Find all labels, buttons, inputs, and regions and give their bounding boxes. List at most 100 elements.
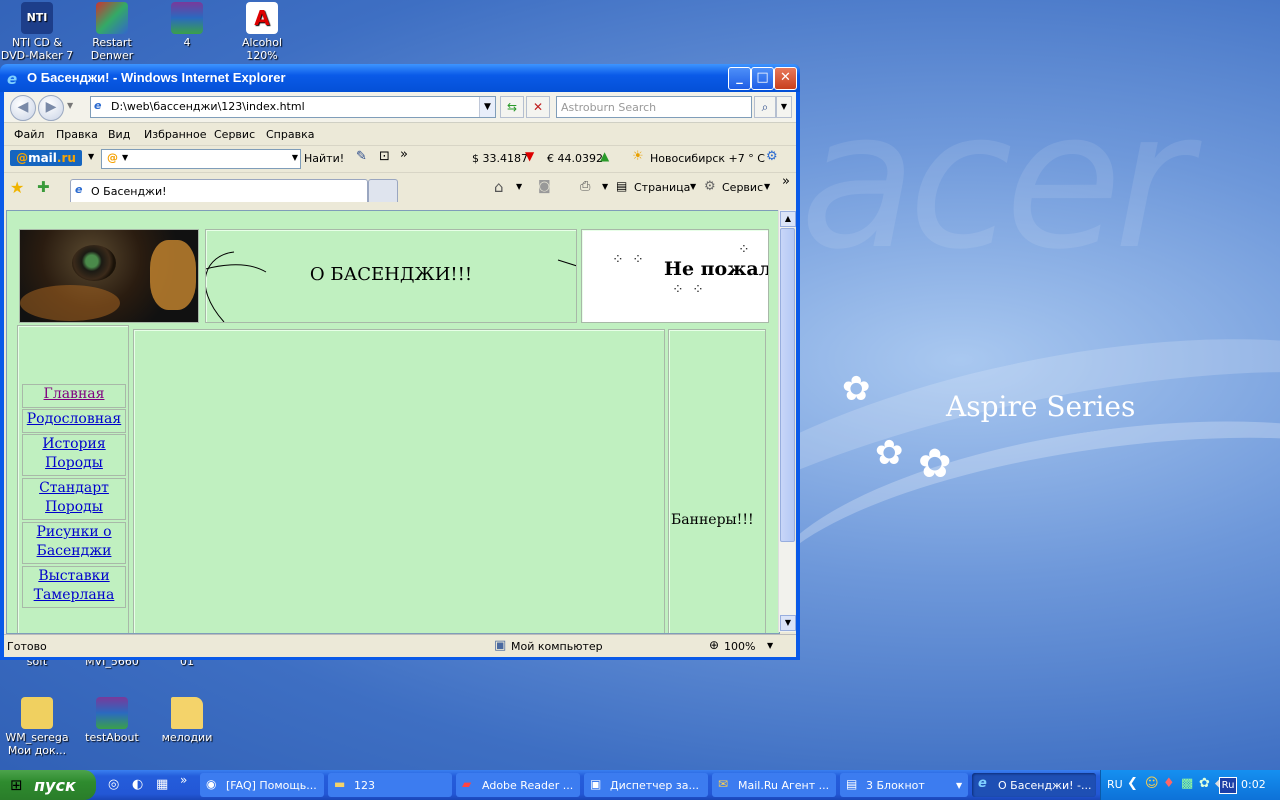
menu-view[interactable]: Вид xyxy=(108,128,130,141)
taskbar-item[interactable]: ▣ Диспетчер за... xyxy=(584,773,708,797)
menu-favorites[interactable]: Избранное xyxy=(144,128,206,141)
nav-link-pedigree[interactable]: Родословная xyxy=(22,409,126,433)
desktop-icon-nti[interactable]: NTI NTI CD & DVD-Maker 7 xyxy=(0,2,74,62)
taskbar-item[interactable]: ▬ 123 xyxy=(328,773,452,797)
home-dropdown-icon[interactable]: ▼ xyxy=(516,182,522,191)
start-label: пуск xyxy=(34,776,76,795)
mailru-engine-dropdown-icon[interactable]: ▼ xyxy=(122,153,128,162)
stop-button[interactable]: ✕ xyxy=(526,96,550,118)
desktop-icon-alcohol[interactable]: A Alcohol 120% xyxy=(225,2,299,62)
mailru-dropdown-icon[interactable]: ▼ xyxy=(88,152,94,161)
search-options-icon[interactable]: ▼ xyxy=(776,96,792,118)
address-dropdown-icon[interactable]: ▼ xyxy=(479,97,495,117)
desktop-icon-restart-denwer[interactable]: Restart Denwer xyxy=(75,2,149,62)
menu-bar: Файл Правка Вид Избранное Сервис Справка xyxy=(4,125,796,145)
settings-icon[interactable]: ⚙ xyxy=(766,149,778,164)
highlight-icon[interactable]: ✎ xyxy=(356,149,367,164)
history-dropdown-icon[interactable]: ▼ xyxy=(67,101,73,110)
print-icon[interactable]: ⎙ xyxy=(580,179,590,194)
page-menu[interactable]: Страница xyxy=(634,181,690,194)
dog-eye xyxy=(72,245,116,281)
mailru-search-input[interactable]: @ ▼ ▼ xyxy=(101,149,301,169)
zoom-level[interactable]: 100% xyxy=(724,640,755,653)
screenshot-icon[interactable]: ⊡ xyxy=(379,149,390,164)
taskbar-item[interactable]: ▰ Adobe Reader ... xyxy=(456,773,580,797)
back-button[interactable]: ◀ xyxy=(10,95,36,121)
favorites-star-icon[interactable]: ★ xyxy=(10,178,24,197)
chevron-more-icon[interactable]: » xyxy=(400,147,408,162)
page-dropdown-icon[interactable]: ▼ xyxy=(690,182,696,191)
mailru-logo[interactable]: @mail.ru xyxy=(10,150,82,166)
nav-link-drawings[interactable]: Рисунки о Басенджи xyxy=(22,522,126,564)
status-bar: Готово ▣ Мой компьютер ⊕ 100% ▼ xyxy=(4,634,796,657)
punto-switcher-icon[interactable]: Ru xyxy=(1219,777,1237,794)
tools-menu[interactable]: Сервис xyxy=(722,181,763,194)
scroll-down-icon[interactable]: ▼ xyxy=(780,615,796,631)
mailru-history-dropdown-icon[interactable]: ▼ xyxy=(292,153,298,162)
status-text: Готово xyxy=(7,640,47,653)
desktop-icon-testabout[interactable]: testAbout xyxy=(75,697,149,744)
zoom-dropdown-icon[interactable]: ▼ xyxy=(767,641,773,650)
print-dropdown-icon[interactable]: ▼ xyxy=(602,182,608,191)
start-button[interactable]: ⊞ пуск xyxy=(0,770,96,800)
quicklaunch-icon[interactable]: ◐ xyxy=(132,777,143,792)
forward-button[interactable]: ▶ xyxy=(38,95,64,121)
desktop-icon-label: testAbout xyxy=(85,731,139,744)
task-manager-icon: ▣ xyxy=(590,777,602,791)
menu-help[interactable]: Справка xyxy=(266,128,314,141)
nav-link-home[interactable]: Главная xyxy=(22,384,126,408)
tray-expand-icon[interactable]: ❮ xyxy=(1127,776,1138,791)
add-favorite-icon[interactable]: ✚ xyxy=(37,178,50,196)
refresh-button[interactable]: ⇆ xyxy=(500,96,524,118)
taskbar-item-active[interactable]: e О Басенджи! -... xyxy=(972,773,1096,797)
wallpaper-flower-icon: ✿ xyxy=(842,369,871,409)
eur-rate[interactable]: € 44.0392 xyxy=(547,152,603,165)
taskbar-item-label: 3 Блокнот xyxy=(866,779,925,792)
quicklaunch-icon[interactable]: ▦ xyxy=(156,777,168,792)
tray-icon[interactable]: ▩ xyxy=(1181,776,1193,791)
tray-icon[interactable]: ✿ xyxy=(1199,776,1210,791)
tray-icon[interactable]: ♦ xyxy=(1163,776,1175,791)
desktop-icon-wm-serega[interactable]: WM_serega Мои док... xyxy=(0,697,74,757)
security-zone[interactable]: Мой компьютер xyxy=(511,640,603,653)
new-tab-button[interactable] xyxy=(368,179,398,202)
feeds-icon[interactable]: ◙ xyxy=(538,179,551,194)
tab-o-basendzhi[interactable]: e О Басенджи! xyxy=(70,179,368,202)
banners-text: Баннеры!!! xyxy=(671,512,754,528)
clock[interactable]: 0:02 xyxy=(1241,778,1266,791)
zoom-icon: ⊕ xyxy=(709,638,720,652)
search-input[interactable]: Astroburn Search xyxy=(556,96,752,118)
maximize-button[interactable]: □ xyxy=(751,67,774,90)
scroll-up-icon[interactable]: ▲ xyxy=(780,211,796,227)
chevron-more-icon[interactable]: » xyxy=(782,174,790,189)
search-icon[interactable]: ⌕ xyxy=(754,96,776,118)
tray-icon[interactable]: ☺ xyxy=(1145,776,1159,791)
nav-link-breed-standard[interactable]: Стандарт Породы xyxy=(22,478,126,520)
home-icon[interactable]: ⌂ xyxy=(494,178,504,196)
nav-link-exhibitions[interactable]: Выставки Тамерлана xyxy=(22,566,126,608)
menu-file[interactable]: Файл xyxy=(14,128,44,141)
header-banner-cell: ⁘ ⁘ ⁘ ⁘ ⁘ Не пожале xyxy=(581,229,769,323)
mailru-find-button[interactable]: Найти! xyxy=(304,152,344,165)
usd-rate[interactable]: $ 33.4187 xyxy=(472,152,528,165)
menu-edit[interactable]: Правка xyxy=(56,128,98,141)
address-bar[interactable]: e D:\web\бассенджи\123\index.html ▼ xyxy=(90,96,496,118)
desktop-icon-4[interactable]: 4 xyxy=(150,2,224,49)
nav-link-breed-history[interactable]: История Породы xyxy=(22,434,126,476)
window-titlebar[interactable]: e О Басенджи! - Windows Internet Explore… xyxy=(0,64,800,92)
close-button[interactable]: ✕ xyxy=(774,67,797,90)
language-indicator[interactable]: RU xyxy=(1107,778,1123,791)
minimize-button[interactable]: _ xyxy=(728,67,751,90)
menu-tools[interactable]: Сервис xyxy=(214,128,255,141)
chevron-more-icon[interactable]: » xyxy=(180,773,187,787)
taskbar-item-label: Mail.Ru Агент ... xyxy=(738,779,830,792)
quicklaunch-opera-icon[interactable]: ◎ xyxy=(108,777,119,792)
taskbar-item[interactable]: ◉ [FAQ] Помощь... xyxy=(200,773,324,797)
tools-dropdown-icon[interactable]: ▼ xyxy=(764,182,770,191)
weather-text[interactable]: Новосибирск +7 ° С xyxy=(650,152,765,165)
vertical-scrollbar[interactable]: ▲ ▼ xyxy=(778,210,796,632)
taskbar-item[interactable]: ✉ Mail.Ru Агент ... xyxy=(712,773,836,797)
scroll-thumb[interactable] xyxy=(780,228,795,542)
desktop-icon-melodii[interactable]: мелодии xyxy=(150,697,224,744)
taskbar-item[interactable]: ▤ 3 Блокнот ▼ xyxy=(840,773,968,797)
